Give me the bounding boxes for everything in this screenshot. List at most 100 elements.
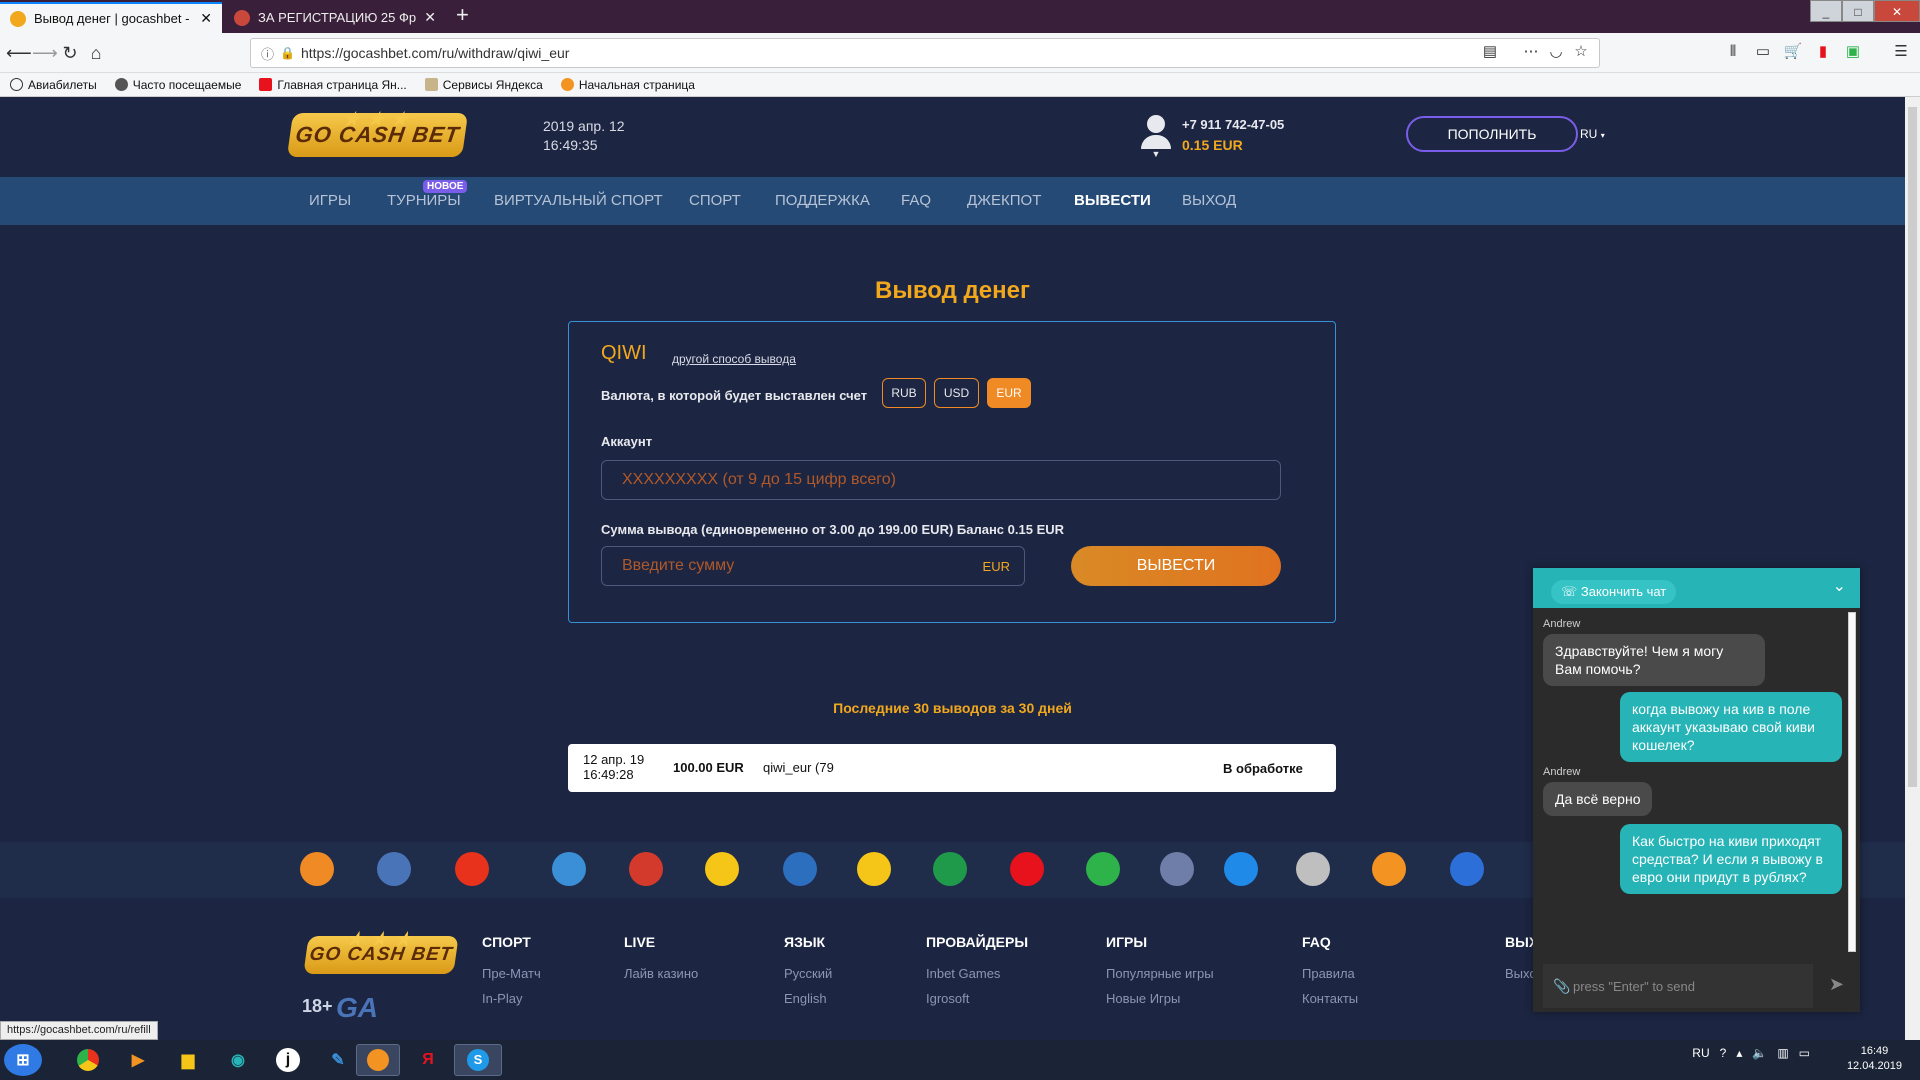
close-tab-icon[interactable]: ✕ [424,9,436,26]
footer-link[interactable]: Популярные игры [1106,966,1214,981]
nav-withdraw[interactable]: ВЫВЕСТИ [1074,192,1151,209]
help-icon[interactable]: ? [1720,1046,1727,1060]
tab-registration[interactable]: ЗА РЕГИСТРАЦИЮ 25 Фрисп ✕ [224,2,446,33]
language-selector[interactable]: RU ▾ [1580,127,1605,141]
footer-link[interactable]: Русский [784,966,832,981]
network-icon[interactable]: ◉ [216,1044,260,1076]
nav-logout[interactable]: ВЫХОД [1182,192,1236,209]
file-explorer-icon[interactable]: ▆ [166,1044,210,1076]
skype-icon[interactable]: S [454,1044,502,1076]
footer-link[interactable]: Лайв казино [624,966,698,981]
start-button[interactable]: ⊞ [4,1044,42,1076]
footer-link[interactable]: Пре-Матч [482,966,541,981]
chevron-down-icon[interactable]: ⌄ [1833,576,1846,596]
footer-link[interactable]: English [784,991,832,1006]
end-chat-button[interactable]: ☏ Закончить чат [1551,580,1677,604]
chat-scrollbar[interactable] [1848,612,1856,952]
scrollbar-thumb[interactable] [1908,107,1917,787]
topup-button[interactable]: ПОПОЛНИТЬ [1406,116,1578,152]
forward-button[interactable]: ⟶ [32,41,58,65]
bitcoin-icon [1372,852,1406,886]
history-amount: 100.00 EUR [673,760,744,775]
footer-link[interactable]: In-Play [482,991,541,1006]
tab-withdraw[interactable]: Вывод денег | gocashbet - Mo ✕ [0,2,222,33]
chrome-icon[interactable] [66,1044,110,1076]
action-center-icon[interactable]: ▭ [1799,1046,1810,1060]
extension-flag-icon[interactable]: ▮ [1812,41,1834,63]
address-bar[interactable]: ⓘ 🔒 https://gocashbet.com/ru/withdraw/qi… [250,38,1600,68]
currency-eur-button[interactable]: EUR [987,378,1031,408]
currency-usd-button[interactable]: USD [934,378,979,408]
footer-link[interactable]: Новые Игры [1106,991,1214,1006]
yandex-browser-icon[interactable]: Я [406,1044,450,1076]
footer-link[interactable]: Inbet Games [926,966,1028,981]
nav-tournaments[interactable]: ТУРНИРЫ [387,192,461,209]
bookmark-star-icon[interactable]: ☆ [1570,41,1592,63]
footer-link[interactable]: Контакты [1302,991,1358,1006]
taskbar-clock[interactable]: 16:49 12.04.2019 [1847,1044,1902,1074]
bookmark-item[interactable]: Начальная страница [560,78,695,92]
yandex-icon [259,78,273,91]
bookmark-item[interactable]: Авиабилеты [10,78,97,92]
footer-link[interactable]: Igrosoft [926,991,1028,1006]
other-method-link[interactable]: другой способ вывода [672,352,796,366]
sidebar-icon[interactable]: ▭ [1752,41,1774,63]
back-button[interactable]: ⟵ [6,41,32,65]
footer-col-games: ИГРЫ Популярные игры Новые Игры [1106,934,1214,1006]
user-icon[interactable]: ▼ [1140,115,1172,159]
browser-toolbar: ⟵ ⟶ ↻ ⌂ ⓘ 🔒 https://gocashbet.com/ru/wit… [0,33,1920,73]
chat-messages: Andrew Здравствуйте! Чем я могу Вам помо… [1533,608,1860,960]
footer-logo[interactable]: ★★★ GO CASH BET [303,929,459,974]
account-input[interactable] [601,460,1281,500]
close-window-button[interactable]: ✕ [1874,0,1920,22]
amount-input[interactable] [602,547,962,585]
currency-rub-button[interactable]: RUB [882,378,926,408]
beeline-icon [857,852,891,886]
bookmark-item[interactable]: Сервисы Яндекса [424,78,543,92]
reload-button[interactable]: ↻ [58,41,82,65]
new-tab-button[interactable]: + [456,2,469,28]
more-actions-icon[interactable]: ⋯ [1520,41,1542,63]
bookmark-item[interactable]: Главная страница Ян... [259,78,407,92]
attachment-icon[interactable]: 📎 [1553,978,1570,995]
page-scrollbar[interactable] [1905,97,1920,1040]
nav-virtual-sport[interactable]: ВИРТУАЛЬНЫЙ СПОРТ [494,192,663,209]
chat-author: Andrew [1543,618,1581,630]
cart-icon[interactable]: 🛒 [1782,41,1804,63]
footer-link[interactable]: Правила [1302,966,1358,981]
volume-icon[interactable]: 🔈 [1752,1046,1767,1060]
megafon-icon [933,852,967,886]
withdraw-submit-button[interactable]: ВЫВЕСТИ [1071,546,1281,586]
paint-icon[interactable]: ✎ [316,1044,360,1076]
library-icon[interactable]: ⫴ [1722,41,1744,63]
bookmark-item[interactable]: Часто посещаемые [114,78,241,92]
app-j-icon[interactable]: j [266,1044,310,1076]
maximize-window-button[interactable]: □ [1842,0,1874,22]
nav-faq[interactable]: FAQ [901,192,931,209]
reader-view-icon[interactable]: ▤ [1479,41,1501,63]
dash-icon [1224,852,1258,886]
media-player-icon[interactable]: ▶ [116,1044,160,1076]
ethereum-icon [1160,852,1194,886]
nav-games[interactable]: ИГРЫ [309,192,351,209]
send-icon[interactable]: ➤ [1829,974,1844,995]
chevron-up-icon[interactable]: ▴ [1736,1046,1742,1060]
chat-input[interactable] [1543,964,1813,1008]
language-indicator[interactable]: RU [1692,1046,1709,1060]
globe-icon [10,78,23,91]
pocket-icon[interactable]: ◡ [1545,41,1567,63]
header-datetime: 2019 апр. 12 16:49:35 [543,117,625,155]
extension-icon[interactable]: ▣ [1842,41,1864,63]
nav-jackpot[interactable]: ДЖЕКПОТ [967,192,1041,209]
menu-icon[interactable]: ☰ [1890,41,1912,63]
minimize-window-button[interactable]: _ [1810,0,1842,22]
chat-widget: ☏ Закончить чат ⌄ Andrew Здравствуйте! Ч… [1533,568,1860,1012]
info-icon[interactable]: ⓘ [261,44,274,63]
nav-sport[interactable]: СПОРТ [689,192,741,209]
network-tray-icon[interactable]: ▥ [1777,1046,1788,1060]
firefox-icon[interactable] [356,1044,400,1076]
site-logo[interactable]: ★★★ GO CASH BET [286,109,469,157]
home-button[interactable]: ⌂ [84,41,108,65]
close-tab-icon[interactable]: ✕ [200,10,212,27]
nav-support[interactable]: ПОДДЕРЖКА [775,192,870,209]
